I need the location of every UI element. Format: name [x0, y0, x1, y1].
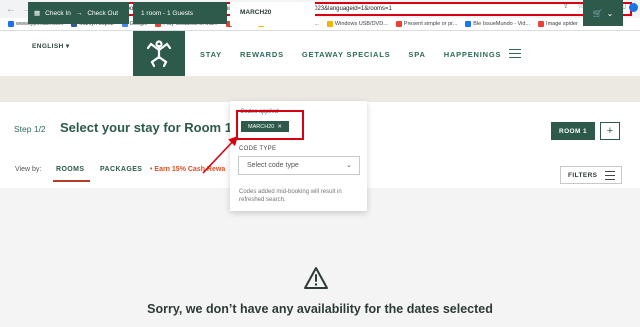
promo-note: Codes added mid-booking will result in r… — [239, 189, 342, 203]
bookmark-item[interactable]: Ble IssueMundo - Vid... — [465, 21, 530, 27]
filters-label: FILTERS — [568, 171, 598, 179]
page-title: Select your stay for Room 1 — [60, 120, 232, 135]
nav-item-getaway-specials[interactable]: GETAWAY SPECIALS — [302, 50, 391, 59]
nav-item-stay[interactable]: STAY — [200, 50, 222, 59]
tab-packages[interactable]: PACKAGES — [100, 166, 142, 173]
back-icon[interactable]: ← — [6, 4, 16, 15]
nav-item-happenings[interactable]: HAPPENINGS — [444, 50, 502, 59]
nav-item-rewards[interactable]: REWARDS — [240, 50, 284, 59]
active-tab-indicator — [53, 180, 90, 182]
room-1-button[interactable]: ROOM 1 — [551, 122, 595, 140]
checkout-label: Check Out — [87, 9, 119, 17]
cashback-banner: • Earn 15% Cash Rewa — [150, 166, 226, 173]
cart-button[interactable]: 🛒 ⌄ — [583, 0, 623, 26]
language-selector[interactable]: ENGLISH ▾ — [32, 42, 70, 50]
profile-avatar[interactable] — [629, 3, 638, 12]
bookmark-label: Image spider — [546, 21, 578, 27]
booking-bar — [0, 76, 640, 102]
step-indicator: Step 1/2 — [14, 124, 46, 134]
filters-button[interactable]: FILTERS — [560, 166, 622, 184]
bookmark-favicon-icon — [326, 21, 333, 27]
checkin-label: Check In — [45, 9, 71, 17]
sliders-icon — [605, 171, 615, 183]
main-nav: STAY REWARDS GETAWAY SPECIALS SPA HAPPENINGS — [200, 50, 501, 59]
bookmark-label: Present simple or pr... — [403, 21, 458, 27]
chevron-down-icon: ⌄ — [606, 8, 614, 18]
add-room-button[interactable]: + — [600, 122, 620, 140]
code-type-label: CODE TYPE — [239, 146, 277, 152]
frog-logo-icon — [146, 39, 172, 67]
promo-code-tab[interactable]: MARCH20 — [230, 2, 315, 26]
code-type-placeholder: Select code type — [247, 162, 299, 169]
site-header: ENGLISH ▾ STAY REWARDS GETAWAY SPECIALS SPA… — [0, 31, 640, 76]
rooms-guests-button[interactable]: 1 room - 1 Guests — [133, 2, 227, 24]
calendar-icon: ▦ — [34, 10, 41, 17]
bookmark-label: Ble IssueMundo - Vid... — [473, 21, 531, 27]
rooms-guests-label: 1 room - 1 Guests — [141, 9, 194, 17]
bookmark-item[interactable]: Windows USB/DVD... — [326, 21, 388, 27]
tab-rooms[interactable]: ROOMS — [56, 166, 84, 173]
bookmark-favicon-icon — [395, 21, 402, 27]
dates-button[interactable]: ▦ Check In → Check Out — [28, 2, 129, 24]
annotation-highlight-box — [236, 110, 304, 140]
bookmark-favicon-icon — [8, 21, 14, 27]
bookmark-label: Windows USB/DVD... — [334, 21, 388, 27]
bookmark-favicon-icon — [538, 21, 545, 27]
language-label: ENGLISH — [32, 43, 64, 50]
cart-icon: 🛒 — [592, 8, 603, 18]
warning-icon — [304, 267, 328, 289]
share-icon[interactable]: ⇪ — [563, 2, 569, 10]
bookmark-item[interactable]: Present simple or pr... — [395, 21, 458, 27]
nav-item-spa[interactable]: SPA — [408, 50, 425, 59]
menu-icon[interactable] — [509, 49, 521, 61]
no-availability-message: Sorry, we don’t have any availability fo… — [147, 302, 493, 316]
code-type-select[interactable]: Select code type ⌄ — [238, 156, 360, 175]
chevron-down-icon: ▾ — [65, 43, 70, 50]
view-by-label: View by: — [15, 166, 42, 173]
site-logo[interactable] — [133, 31, 185, 76]
chevron-down-icon: ⌄ — [346, 162, 352, 169]
bookmark-favicon-icon — [465, 21, 472, 27]
promo-code-label: MARCH20 — [240, 9, 272, 16]
arrow-right-icon: → — [75, 9, 83, 17]
bookmark-item[interactable]: Image spider — [538, 21, 578, 27]
